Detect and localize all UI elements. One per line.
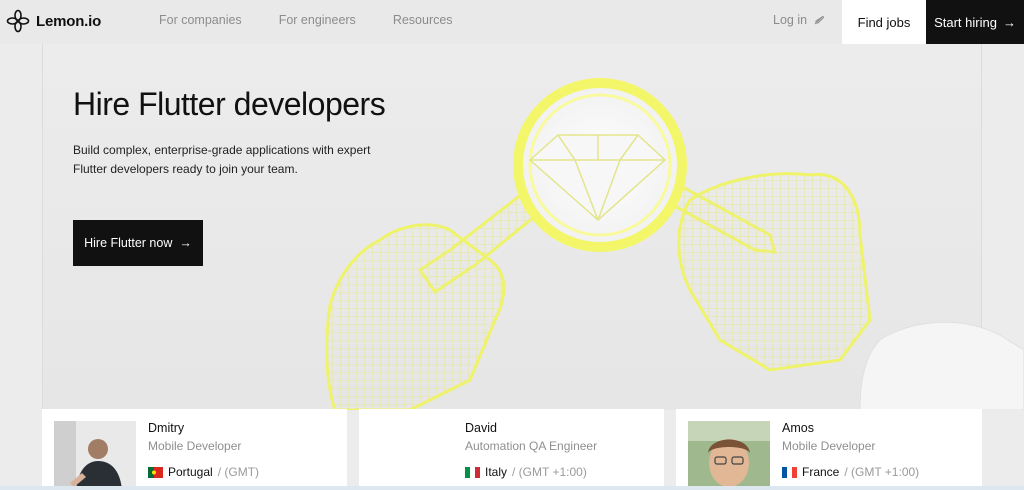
- avatar: [688, 421, 770, 490]
- site-header: Lemon.io For companies For engineers Res…: [0, 0, 1024, 44]
- timezone: / (GMT +1:00): [512, 465, 587, 479]
- developer-name: Dmitry: [148, 421, 185, 435]
- timezone: / (GMT): [217, 465, 260, 479]
- portugal-flag-icon: [148, 466, 163, 478]
- arrow-right-icon: →: [1002, 14, 1016, 30]
- hire-flutter-button[interactable]: Hire Flutter now →: [73, 220, 203, 266]
- page-title: Hire Flutter developers: [73, 86, 386, 122]
- start-hiring-label: Start hiring: [934, 14, 997, 30]
- hero-subtitle: Build complex, enterprise-grade applicat…: [73, 143, 371, 176]
- developer-location: Portugal / (GMT): [148, 465, 259, 479]
- feather-icon: [814, 16, 824, 25]
- developer-name: Amos: [782, 421, 814, 435]
- nav-for-engineers[interactable]: For engineers: [279, 13, 356, 27]
- arrow-right-icon: →: [179, 236, 192, 250]
- timezone: / (GMT +1:00): [844, 465, 920, 479]
- developer-card[interactable]: Dmitry Mobile Developer Portugal / (GMT): [42, 409, 347, 490]
- hire-flutter-label: Hire Flutter now: [84, 236, 173, 250]
- developer-location: France / (GMT +1:00): [782, 465, 919, 479]
- brand-logo[interactable]: Lemon.io: [6, 9, 101, 33]
- login-link[interactable]: Log in: [773, 13, 825, 27]
- italy-flag-icon: [465, 466, 480, 478]
- avatar: [54, 421, 136, 490]
- start-hiring-button[interactable]: Start hiring →: [926, 0, 1024, 44]
- nav-for-companies[interactable]: For companies: [159, 13, 242, 27]
- developer-card[interactable]: David Automation QA Engineer Italy / (GM…: [359, 409, 664, 490]
- country: Portugal: [168, 465, 213, 479]
- developer-role: Mobile Developer: [782, 439, 876, 453]
- developer-role: Automation QA Engineer: [465, 439, 598, 453]
- magnifier-hands-illustration: [325, 78, 1024, 410]
- bottom-strip: [0, 486, 1024, 490]
- brand-name: Lemon.io: [36, 12, 102, 30]
- nav-resources[interactable]: Resources: [393, 13, 453, 27]
- developer-card[interactable]: Amos Mobile Developer France / (GMT +1:0…: [676, 409, 982, 490]
- main-nav: For companies For engineers Resources: [159, 13, 453, 27]
- country: France: [802, 465, 840, 479]
- developer-name: David: [465, 421, 497, 435]
- find-jobs-button[interactable]: Find jobs: [842, 0, 926, 44]
- france-flag-icon: [782, 466, 797, 478]
- developer-role: Mobile Developer: [148, 439, 242, 453]
- developer-location: Italy / (GMT +1:00): [465, 465, 587, 479]
- country: Italy: [485, 465, 508, 479]
- find-jobs-label: Find jobs: [857, 14, 911, 30]
- lemon-logo-icon: [6, 9, 30, 33]
- login-label: Log in: [773, 13, 808, 27]
